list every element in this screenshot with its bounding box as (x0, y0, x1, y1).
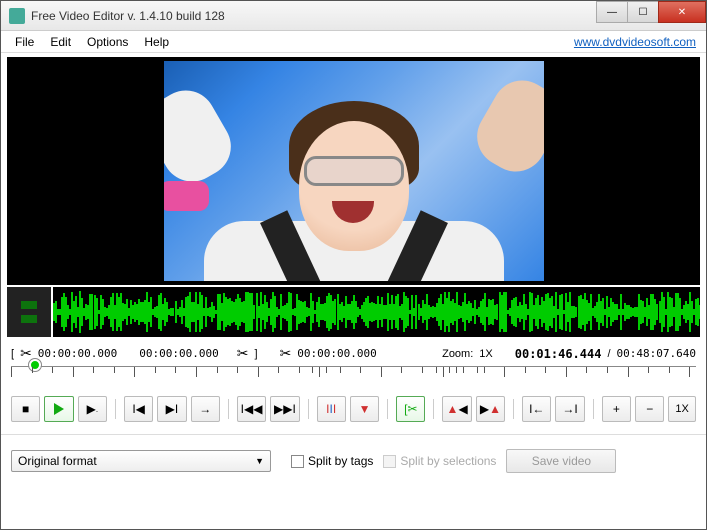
play-button[interactable] (44, 396, 73, 422)
window-controls: — ☐ ✕ (597, 1, 706, 30)
window-titlebar: Free Video Editor v. 1.4.10 build 128 — … (1, 1, 706, 31)
menu-help[interactable]: Help (136, 33, 177, 51)
timecode-separator: / (607, 348, 610, 360)
output-format-value: Original format (18, 454, 97, 468)
scissors-icon: ✂ (280, 345, 292, 362)
video-frame (164, 61, 544, 281)
timecode-row: [ ✂ 00:00:00.000 00:00:00.000 ✂ ] ✂ 00:0… (1, 339, 706, 364)
trim-right-button[interactable]: ▶▲ (476, 396, 505, 422)
save-video-button[interactable]: Save video (506, 449, 616, 473)
chevron-down-icon: ▼ (255, 456, 264, 466)
goto-end-button[interactable]: ▶▶I (270, 396, 299, 422)
audio-waveform[interactable] (53, 287, 700, 337)
website-link[interactable]: www.dvdvideosoft.com (574, 35, 700, 49)
menu-options[interactable]: Options (79, 33, 136, 51)
step-forward-button[interactable]: → (191, 396, 220, 422)
jump-prev-button[interactable]: I← (522, 396, 551, 422)
selection-start-timecode: 00:00:00.000 (38, 347, 117, 360)
timeline-slider[interactable] (11, 366, 696, 388)
bottom-bar: Original format ▼ Split by tags Split by… (1, 434, 706, 483)
scissors-out-icon: ✂ (237, 345, 249, 362)
transport-toolbar: ■ ▶. I◀ ▶I → I◀◀ ▶▶I III ▼ [✂ ▲◀ ▶▲ I← →… (1, 390, 706, 428)
waveform-row (7, 287, 700, 337)
set-markers-button[interactable]: III (317, 396, 346, 422)
zoom-out-button[interactable]: − (635, 396, 664, 422)
zoom-in-button[interactable]: + (602, 396, 631, 422)
selection-end-timecode: 00:00:00.000 (297, 347, 376, 360)
split-by-selections-label: Split by selections (400, 454, 496, 468)
split-by-selections-checkbox: Split by selections (383, 454, 496, 468)
maximize-button[interactable]: ☐ (627, 1, 659, 23)
split-by-tags-label: Split by tags (308, 454, 373, 468)
minimize-button[interactable]: — (596, 1, 628, 23)
menu-bar: File Edit Options Help www.dvdvideosoft.… (1, 31, 706, 53)
cut-selection-button[interactable]: [✂ (396, 396, 425, 422)
checkbox-icon (383, 455, 396, 468)
set-marker-down-button[interactable]: ▼ (350, 396, 379, 422)
checkbox-icon (291, 455, 304, 468)
app-icon (9, 8, 25, 24)
bracket-open-icon: [ (11, 348, 14, 360)
output-format-combo[interactable]: Original format ▼ (11, 450, 271, 472)
close-button[interactable]: ✕ (658, 1, 706, 23)
video-preview (7, 57, 700, 285)
scissors-in-icon: ✂ (20, 345, 32, 362)
current-timecode: 00:01:46.444 (515, 347, 602, 361)
split-by-tags-checkbox[interactable]: Split by tags (291, 454, 373, 468)
window-title: Free Video Editor v. 1.4.10 build 128 (31, 9, 597, 23)
goto-start-button[interactable]: I◀◀ (237, 396, 266, 422)
total-timecode: 00:48:07.640 (617, 347, 696, 360)
zoom-label: Zoom: (442, 348, 473, 360)
bracket-close-icon: ] (255, 348, 258, 360)
play-to-end-button[interactable]: ▶. (78, 396, 107, 422)
stop-button[interactable]: ■ (11, 396, 40, 422)
next-frame-button[interactable]: ▶I (157, 396, 186, 422)
trim-left-button[interactable]: ▲◀ (442, 396, 471, 422)
waveform-channels-icon (7, 287, 51, 337)
menu-file[interactable]: File (7, 33, 42, 51)
zoom-reset-button[interactable]: 1X (668, 396, 695, 422)
selection-mid-timecode: 00:00:00.000 (139, 347, 218, 360)
menu-edit[interactable]: Edit (42, 33, 79, 51)
prev-frame-button[interactable]: I◀ (124, 396, 153, 422)
zoom-value: 1X (479, 348, 492, 360)
jump-next-button[interactable]: →I (555, 396, 584, 422)
